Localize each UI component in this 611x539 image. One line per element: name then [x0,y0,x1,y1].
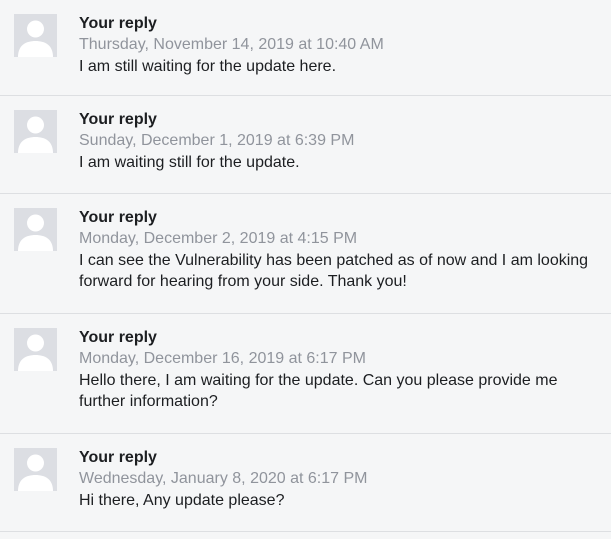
reply-thread: Your reply Thursday, November 14, 2019 a… [0,0,611,532]
reply-content: Your reply Wednesday, January 8, 2020 at… [79,447,601,511]
default-person-icon [14,208,57,251]
default-person-icon [14,110,57,153]
reply-content: Your reply Monday, December 16, 2019 at … [79,327,601,412]
reply-timestamp[interactable]: Sunday, December 1, 2019 at 6:39 PM [79,130,601,151]
reply-message: I can see the Vulnerability has been pat… [79,252,589,290]
avatar-silhouette [14,14,57,57]
reply-timestamp[interactable]: Monday, December 16, 2019 at 6:17 PM [79,348,601,369]
reply-item: Your reply Monday, December 16, 2019 at … [0,314,611,434]
avatar-silhouette [14,328,57,371]
reply-message: Hi there, Any update please? [79,492,285,509]
reply-author: Your reply [79,449,157,466]
reply-content: Your reply Monday, December 2, 2019 at 4… [79,207,601,292]
reply-timestamp[interactable]: Wednesday, January 8, 2020 at 6:17 PM [79,468,601,489]
avatar-silhouette [14,110,57,153]
reply-item: Your reply Wednesday, January 8, 2020 at… [0,434,611,532]
reply-author: Your reply [79,209,157,226]
reply-message: I am waiting still for the update. [79,154,300,171]
reply-timestamp[interactable]: Thursday, November 14, 2019 at 10:40 AM [79,34,601,55]
reply-item: Your reply Thursday, November 14, 2019 a… [0,0,611,96]
default-person-icon [14,448,57,491]
avatar-silhouette [14,448,57,491]
reply-item: Your reply Sunday, December 1, 2019 at 6… [0,96,611,194]
reply-item: Your reply Monday, December 2, 2019 at 4… [0,194,611,314]
reply-author: Your reply [79,15,157,32]
reply-content: Your reply Sunday, December 1, 2019 at 6… [79,109,601,173]
default-person-icon [14,328,57,371]
reply-author: Your reply [79,329,157,346]
reply-message: I am still waiting for the update here. [79,58,337,75]
reply-content: Your reply Thursday, November 14, 2019 a… [79,13,601,77]
default-person-icon [14,14,57,57]
reply-timestamp[interactable]: Monday, December 2, 2019 at 4:15 PM [79,228,601,249]
reply-message: Hello there, I am waiting for the update… [79,372,558,410]
avatar-silhouette [14,208,57,251]
reply-author: Your reply [79,111,157,128]
